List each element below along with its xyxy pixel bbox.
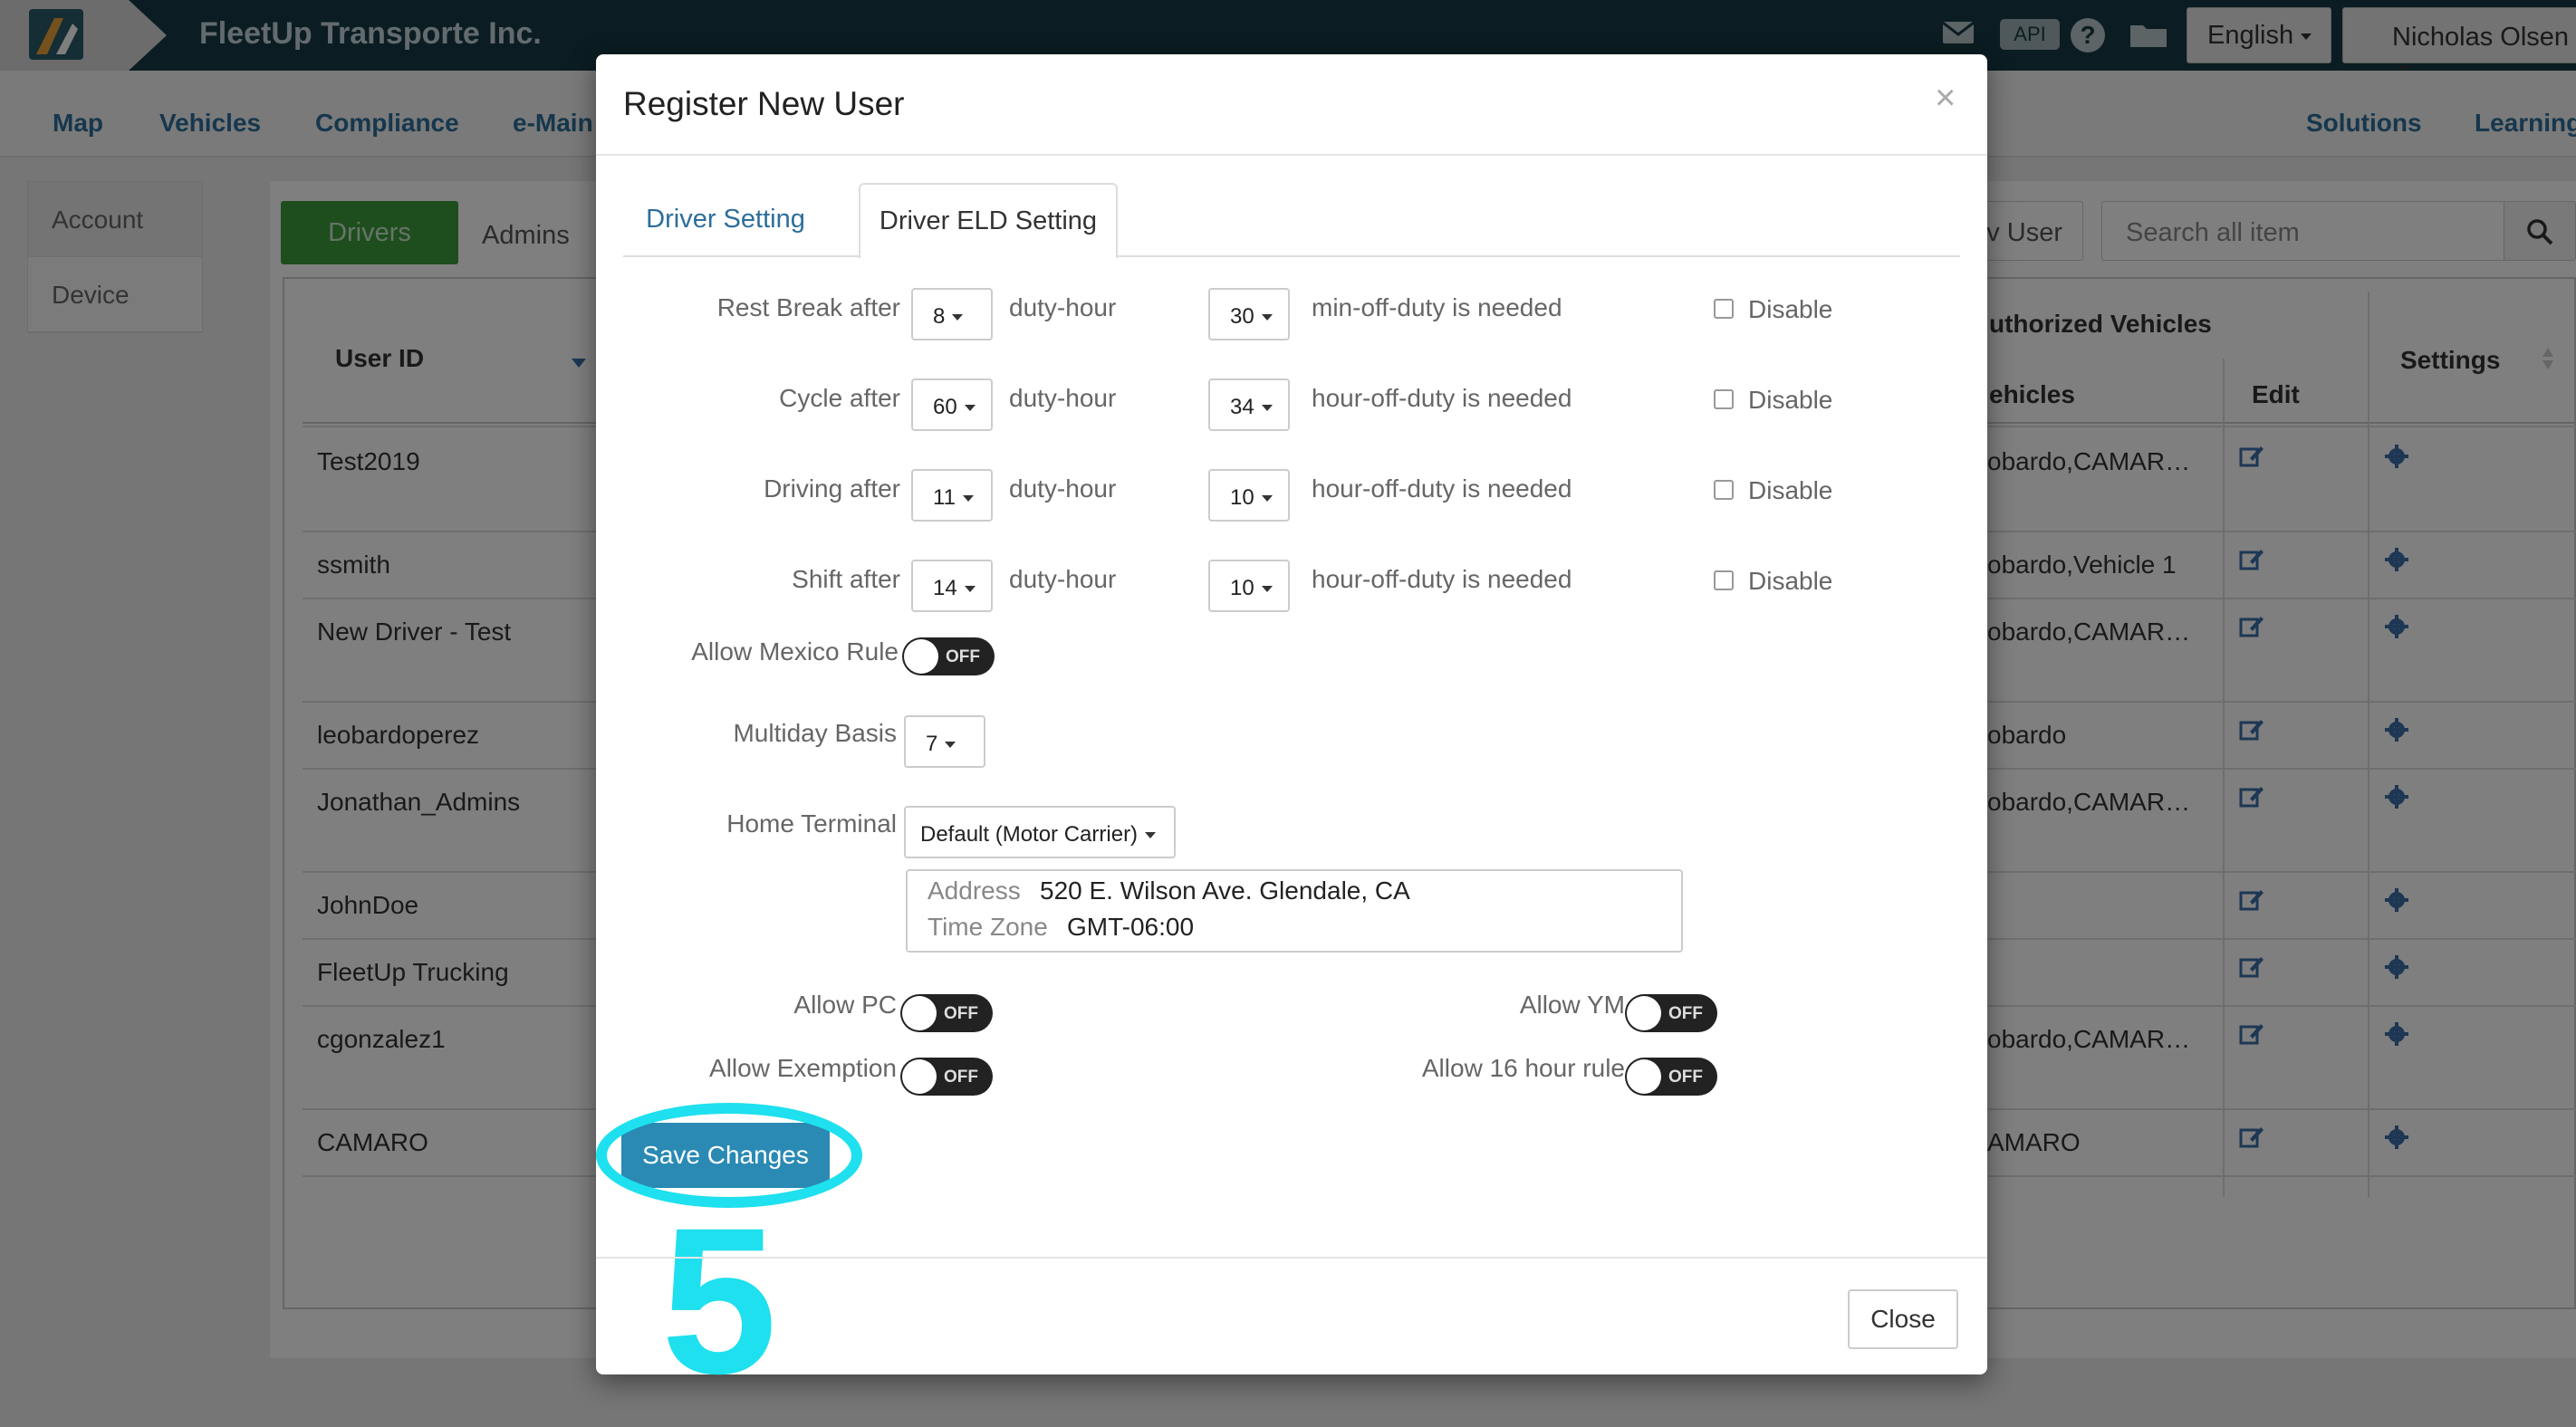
duty-hour-label: duty-hour: [1009, 474, 1117, 503]
select-value: Default (Motor Carrier): [920, 822, 1139, 847]
select-value: 7: [926, 732, 938, 756]
toggle-knob: [1627, 1059, 1661, 1094]
toggle-knob: [902, 996, 937, 1030]
chevron-down-icon: [1261, 405, 1273, 412]
cycle-label: Cycle after: [779, 384, 900, 412]
toggle-state: OFF: [946, 647, 980, 666]
off-duty-text: min-off-duty is needed: [1312, 293, 1562, 321]
chevron-down-icon: [1261, 314, 1273, 321]
off-duty-text: hour-off-duty is needed: [1312, 565, 1572, 593]
toggle-knob: [904, 639, 938, 674]
multiday-basis-select[interactable]: 7: [904, 715, 985, 768]
timezone-value: GMT-06:00: [1067, 913, 1195, 941]
select-value: 10: [1230, 485, 1254, 510]
duty-hour-label: duty-hour: [1009, 384, 1117, 412]
mexico-rule-label: Allow Mexico Rule: [691, 637, 899, 666]
close-icon[interactable]: ×: [1935, 80, 1956, 116]
toggle-knob: [902, 1059, 937, 1094]
select-value: 11: [933, 485, 956, 510]
select-value: 14: [933, 576, 957, 600]
disable-label: Disable: [1748, 386, 1833, 414]
shift-hours-select[interactable]: 14: [911, 560, 993, 612]
disable-label: Disable: [1748, 295, 1833, 323]
select-value: 8: [933, 304, 946, 329]
duty-hour-label: duty-hour: [1009, 565, 1117, 593]
allow-exemption-toggle[interactable]: OFF: [900, 1058, 993, 1096]
select-value: 10: [1230, 576, 1254, 600]
driving-off-select[interactable]: 10: [1208, 469, 1290, 522]
disable-label: Disable: [1748, 567, 1833, 595]
rest-break-label: Rest Break after: [716, 293, 900, 321]
driving-disable-checkbox[interactable]: [1714, 480, 1734, 500]
allow-ym-toggle[interactable]: OFF: [1625, 994, 1717, 1032]
disable-label: Disable: [1748, 476, 1833, 504]
cycle-off-select[interactable]: 34: [1208, 378, 1290, 431]
off-duty-text: hour-off-duty is needed: [1312, 474, 1572, 503]
select-value: 34: [1230, 395, 1254, 419]
allow-exemption-label: Allow Exemption: [709, 1054, 897, 1082]
shift-disable-checkbox[interactable]: [1714, 570, 1734, 590]
allow-16-hour-rule-toggle[interactable]: OFF: [1625, 1058, 1717, 1096]
allow-pc-toggle[interactable]: OFF: [900, 994, 993, 1032]
toggle-state: OFF: [1668, 1068, 1703, 1087]
shift-off-select[interactable]: 10: [1208, 560, 1290, 612]
cycle-hours-select[interactable]: 60: [911, 378, 993, 431]
toggle-state: OFF: [944, 1068, 978, 1087]
toggle-state: OFF: [1668, 1004, 1703, 1023]
chevron-down-icon: [1261, 586, 1273, 593]
select-value: 30: [1230, 304, 1254, 329]
register-user-modal: Register New User × Driver Setting Drive…: [596, 54, 1987, 1405]
chevron-down-icon: [962, 495, 974, 503]
chevron-down-icon: [952, 314, 964, 321]
modal-title: Register New User: [623, 85, 905, 122]
mexico-rule-toggle[interactable]: OFF: [902, 637, 995, 675]
timezone-key: Time Zone: [928, 913, 1048, 941]
allow-16-hour-rule-label: Allow 16 hour rule: [1421, 1054, 1625, 1082]
tab-driver-eld-setting[interactable]: Driver ELD Setting: [859, 183, 1118, 259]
chevron-down-icon: [1145, 832, 1157, 839]
off-duty-text: hour-off-duty is needed: [1312, 384, 1572, 412]
multiday-basis-label: Multiday Basis: [733, 719, 897, 747]
chevron-down-icon: [1261, 495, 1273, 503]
allow-ym-label: Allow YM: [1519, 991, 1625, 1019]
allow-pc-label: Allow PC: [793, 991, 897, 1019]
modal-header: Register New User ×: [596, 54, 1987, 156]
select-value: 60: [933, 395, 957, 419]
tab-driver-setting[interactable]: Driver Setting: [623, 183, 828, 257]
toggle-state: OFF: [944, 1004, 978, 1023]
shift-label: Shift after: [792, 565, 900, 593]
chevron-down-icon: [945, 742, 956, 749]
rest-break-hours-select[interactable]: 8: [911, 288, 993, 340]
address-key: Address: [928, 876, 1021, 905]
cycle-disable-checkbox[interactable]: [1714, 389, 1734, 409]
home-terminal-select[interactable]: Default (Motor Carrier): [904, 806, 1176, 858]
modal-tabs: Driver Setting Driver ELD Setting: [623, 183, 1960, 259]
toggle-knob: [1627, 996, 1661, 1030]
duty-hour-label: duty-hour: [1009, 293, 1117, 321]
chevron-down-icon: [964, 405, 976, 412]
rest-break-disable-checkbox[interactable]: [1714, 299, 1734, 319]
driving-hours-select[interactable]: 11: [911, 469, 993, 522]
chevron-down-icon: [964, 586, 976, 593]
close-button[interactable]: Close: [1848, 1289, 1958, 1349]
modal-footer: Close: [596, 1257, 1987, 1374]
home-terminal-label: Home Terminal: [726, 809, 897, 838]
address-value: 520 E. Wilson Ave. Glendale, CA: [1040, 876, 1410, 905]
terminal-address-box: Address 520 E. Wilson Ave. Glendale, CA …: [906, 869, 1683, 953]
rest-break-off-select[interactable]: 30: [1208, 288, 1290, 340]
driving-label: Driving after: [764, 474, 900, 503]
